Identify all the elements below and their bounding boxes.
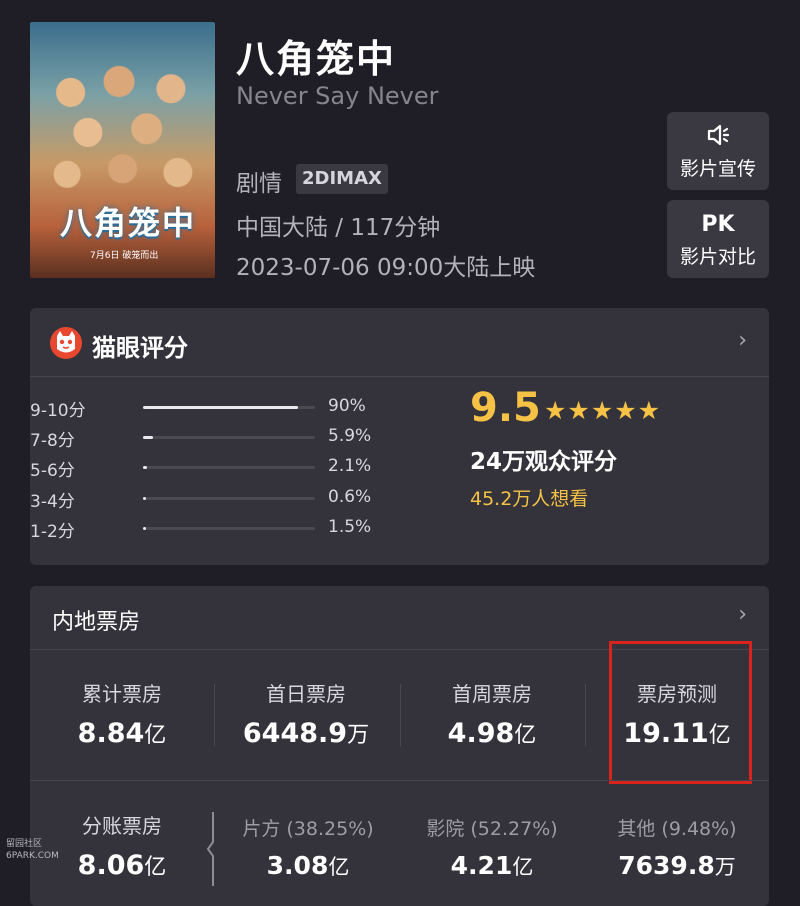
watermark-line: 6PARK.COM [6, 851, 59, 861]
dist-bar [143, 466, 147, 469]
star-rating-icon: ★★★★★ [544, 396, 662, 425]
stat-label: 分账票房 [82, 814, 162, 838]
divider [585, 684, 586, 746]
forecast-highlight-box [609, 641, 752, 784]
stat-number: 8.84 [77, 718, 145, 749]
stat-unit: 亿 [144, 723, 167, 748]
dist-bar [143, 497, 146, 500]
stat-value: 3.08亿 [218, 851, 398, 881]
divider [400, 684, 401, 746]
stat-label: 其他 (9.48%) [617, 818, 737, 840]
poster-date: 7月6日 破笼而出 [90, 251, 159, 261]
rating-score: 9.5 [470, 385, 541, 431]
compare-button[interactable]: PK 影片对比 [667, 200, 769, 278]
dist-label: 7-8分 [30, 431, 75, 451]
divider [30, 780, 769, 781]
stat-cinema-share: 影院 (52.27%) 4.21亿 [402, 814, 582, 881]
stat-value: 6448.9万 [216, 717, 396, 749]
dist-percent: 0.6% [328, 487, 372, 507]
chevron-right-icon[interactable]: › [738, 328, 747, 353]
stat-distributor-share: 片方 (38.25%) 3.08亿 [218, 814, 398, 881]
rating-title: 猫眼评分 [92, 334, 188, 362]
dist-bar [143, 436, 154, 439]
stat-first-week: 首周票房 4.98亿 [402, 678, 582, 749]
format-badge: 2DIMAX [296, 164, 388, 194]
dist-bar [143, 527, 146, 530]
rating-card-header[interactable]: 猫眼评分 › [30, 308, 769, 377]
movie-genre: 剧情 [236, 171, 282, 197]
stat-value: 4.21亿 [402, 851, 582, 881]
dist-track [143, 497, 315, 500]
stat-number: 8.06 [77, 850, 145, 881]
stat-value: 8.84亿 [32, 717, 212, 749]
stat-number: 4.98 [447, 718, 515, 749]
dist-track [143, 527, 315, 530]
stat-number: 6448.9 [242, 718, 348, 749]
stat-unit: 万 [347, 723, 370, 748]
dist-percent: 2.1% [328, 456, 372, 476]
movie-release-date: 2023-07-06 09:00大陆上映 [236, 255, 536, 281]
box-office-title: 内地票房 [52, 610, 141, 635]
dist-label: 5-6分 [30, 461, 75, 481]
stat-unit: 万 [714, 855, 736, 879]
pk-icon: PK [701, 211, 735, 237]
movie-poster[interactable]: 八角笼中 7月6日 破笼而出 [30, 22, 215, 278]
movie-title: 八角笼中 [236, 37, 397, 81]
brace-icon [206, 812, 214, 886]
maoyan-cat-icon [50, 327, 82, 359]
dist-percent: 90% [328, 396, 366, 416]
stat-total-box-office: 累计票房 8.84亿 [32, 678, 212, 749]
chevron-right-icon[interactable]: › [738, 602, 747, 627]
stat-unit: 亿 [514, 723, 537, 748]
watermark: 留园社区 6PARK.COM [6, 838, 59, 862]
compare-button-label: 影片对比 [679, 245, 756, 268]
watermark-line: 留园社区 [6, 839, 43, 849]
dist-track [143, 436, 315, 439]
stat-number: 7639.8 [618, 851, 715, 880]
promo-button[interactable]: 影片宣传 [667, 112, 769, 190]
dist-percent: 5.9% [328, 426, 372, 446]
stat-label: 片方 (38.25%) [242, 818, 374, 840]
dist-track [143, 406, 315, 409]
stat-first-day: 首日票房 6448.9万 [216, 678, 396, 749]
stat-number: 3.08 [266, 851, 329, 880]
stat-value: 8.06亿 [32, 849, 212, 881]
stat-unit: 亿 [328, 855, 350, 879]
stat-unit: 亿 [144, 855, 167, 880]
stat-unit: 亿 [512, 855, 534, 879]
dist-track [143, 466, 315, 469]
dist-percent: 1.5% [328, 517, 372, 537]
dist-label: 1-2分 [30, 522, 75, 542]
stat-other-share: 其他 (9.48%) 7639.8万 [587, 814, 767, 881]
stat-label: 首日票房 [266, 682, 346, 706]
promo-button-label: 影片宣传 [679, 157, 756, 180]
stat-label: 首周票房 [452, 682, 532, 706]
stat-label: 累计票房 [82, 682, 162, 706]
audience-count: 24万观众评分 [470, 449, 618, 475]
want-to-see-count: 45.2万人想看 [470, 488, 589, 510]
dist-bar [143, 406, 298, 409]
divider [214, 684, 215, 746]
dist-label: 3-4分 [30, 492, 75, 512]
rating-card: 猫眼评分 › [30, 308, 769, 565]
speaker-icon [705, 122, 731, 152]
poster-title: 八角笼中 [60, 204, 197, 242]
stat-number: 4.21 [450, 851, 513, 880]
stat-value: 4.98亿 [402, 717, 582, 749]
stat-value: 7639.8万 [587, 851, 767, 881]
stat-label: 影院 (52.27%) [426, 818, 558, 840]
stat-split-box-office: 分账票房 8.06亿 [32, 810, 212, 881]
dist-label: 9-10分 [30, 401, 86, 421]
movie-region-duration: 中国大陆 / 117分钟 [236, 215, 441, 241]
movie-english-title: Never Say Never [236, 82, 439, 110]
